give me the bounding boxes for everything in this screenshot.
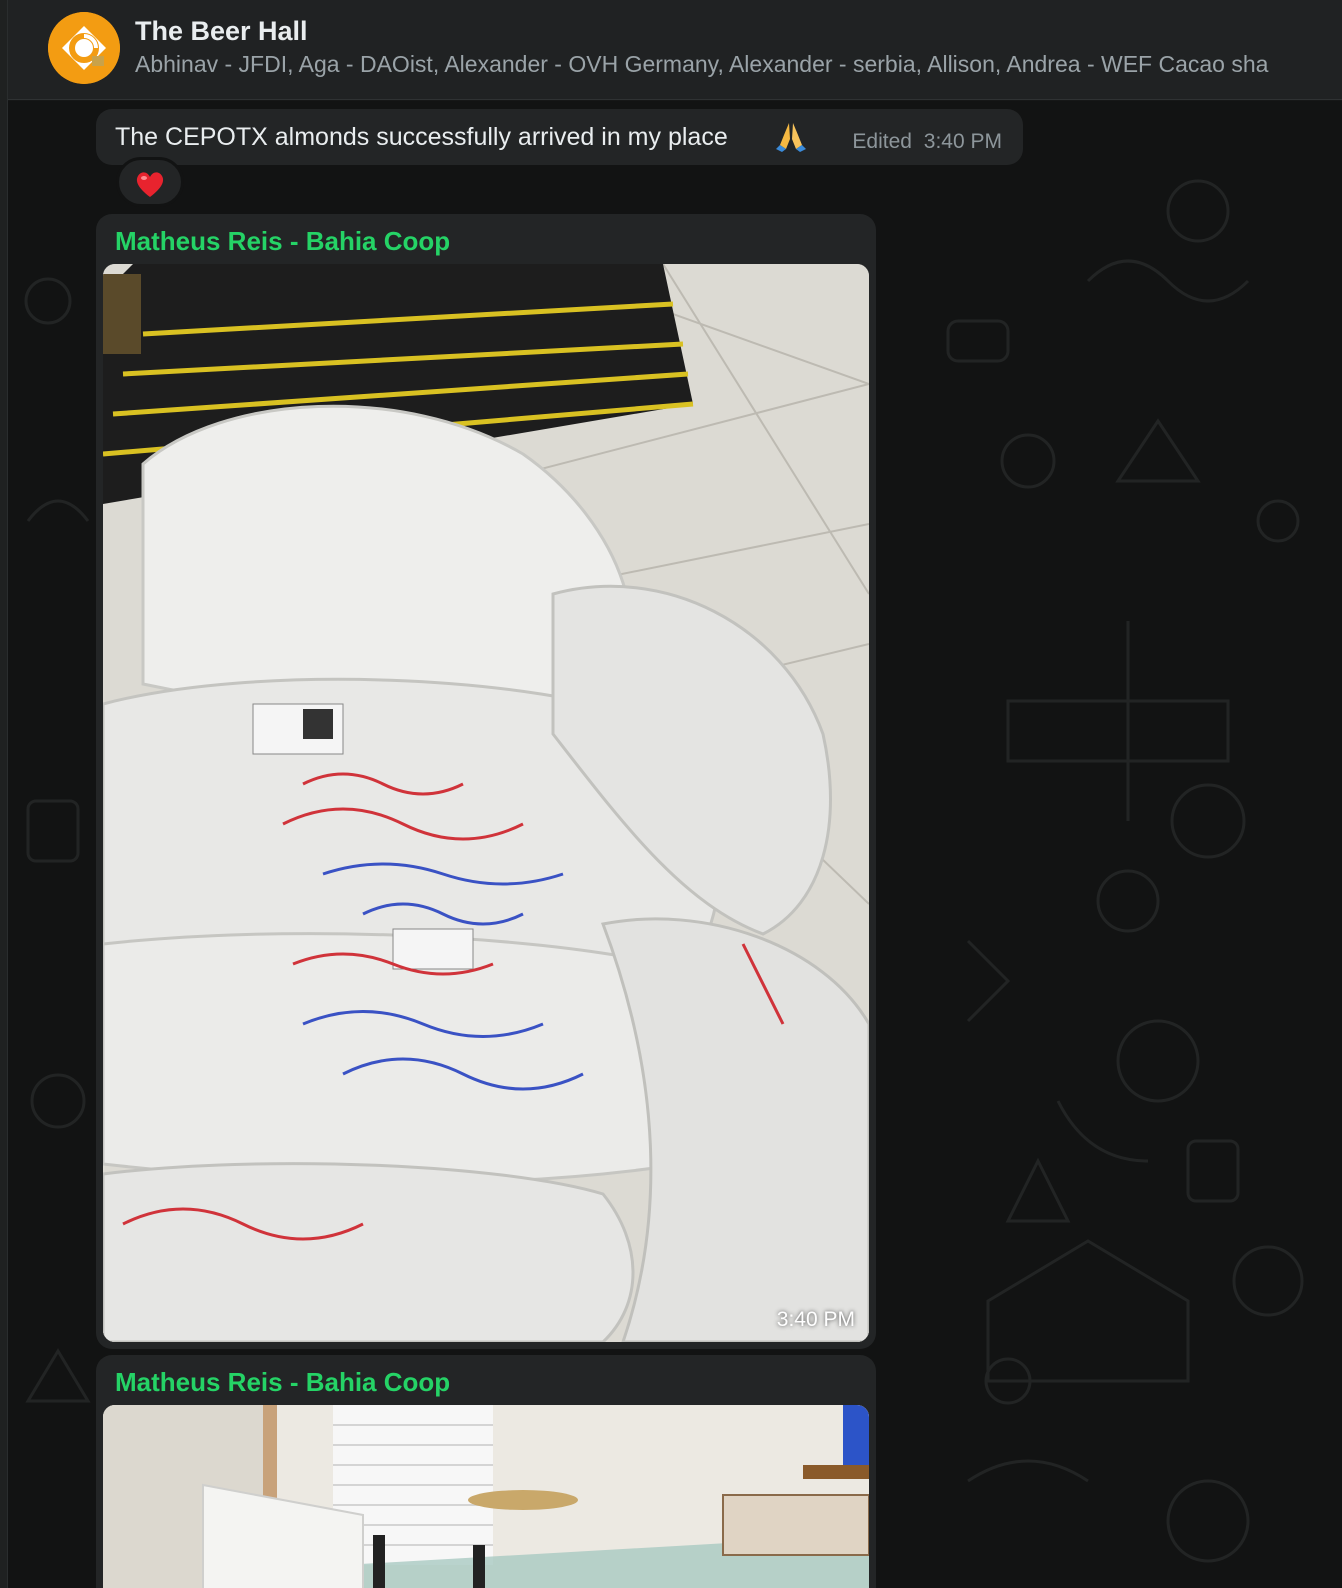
photo-time: 3:40 PM [776,1308,855,1331]
group-logo-icon [48,12,120,84]
red-heart-emoji [136,172,164,197]
chat-messages-pane[interactable]: The CEPOTX almonds successfully arrived … [8,101,1342,1588]
edited-label: Edited [852,130,912,153]
message-meta: Edited 3:40 PM [846,130,1002,154]
sender-name[interactable]: Matheus Reis - Bahia Coop [115,226,450,257]
white-sacks-photo[interactable]: 3:40 PM [103,264,869,1342]
chat-members-list: Abhinav - JFDI, Aga - DAOist, Alexander … [135,51,1269,77]
photo-message-bubble[interactable]: Matheus Reis - Bahia Coop [96,1355,876,1588]
reaction-badge[interactable] [116,157,184,207]
message-time: 3:40 PM [923,130,1002,153]
chat-header[interactable]: The Beer Hall Abhinav - JFDI, Aga - DAOi… [8,0,1342,100]
folded-hands-emoji [776,123,806,152]
message-text: The CEPOTX almonds successfully arrived … [115,123,728,151]
sender-name[interactable]: Matheus Reis - Bahia Coop [115,1367,450,1398]
message-bubble[interactable]: The CEPOTX almonds successfully arrived … [96,109,1023,165]
room-table-photo[interactable] [103,1405,869,1588]
room-photo-drawing [103,1405,869,1588]
sacks-photo-drawing [103,264,869,1342]
chat-title: The Beer Hall [135,16,308,46]
window-edge [0,0,8,1588]
photo-message-bubble[interactable]: Matheus Reis - Bahia Coop [96,214,876,1349]
group-avatar[interactable] [48,12,120,84]
